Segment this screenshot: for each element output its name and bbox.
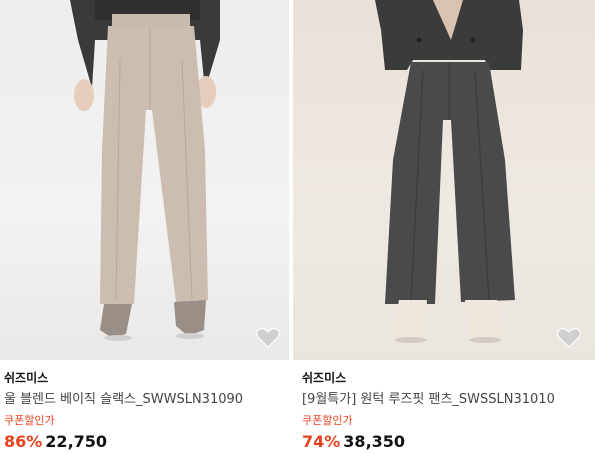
discount-rate: 74% bbox=[302, 432, 341, 451]
sale-price: 38,350 bbox=[343, 432, 406, 451]
product-brand[interactable]: 쉬즈미스 bbox=[302, 370, 591, 386]
beige-slacks-photo bbox=[70, 0, 220, 341]
product-info: 쉬즈미스 울 블렌드 베이직 슬랙스_SWWSLN31090 쿠폰할인가 86%… bbox=[4, 370, 285, 453]
price-row: 74% 38,350 bbox=[302, 431, 591, 453]
product-name[interactable]: [9월특가] 원턱 루즈핏 팬츠_SWSSLN31010 bbox=[302, 391, 591, 409]
product-grid: 쉬즈미스 울 블렌드 베이직 슬랙스_SWWSLN31090 쿠폰할인가 86%… bbox=[0, 0, 595, 454]
product-image[interactable] bbox=[293, 0, 595, 360]
wishlist-heart-icon[interactable] bbox=[556, 326, 582, 350]
sale-price: 22,750 bbox=[45, 432, 108, 451]
product-card[interactable]: 쉬즈미스 [9월특가] 원턱 루즈핏 팬츠_SWSSLN31010 쿠폰할인가 … bbox=[293, 0, 595, 454]
discount-rate: 86% bbox=[4, 432, 43, 451]
product-name[interactable]: 울 블렌드 베이직 슬랙스_SWWSLN31090 bbox=[4, 391, 285, 409]
charcoal-wide-pants-photo bbox=[375, 0, 523, 343]
product-card[interactable]: 쉬즈미스 울 블렌드 베이직 슬랙스_SWWSLN31090 쿠폰할인가 86%… bbox=[0, 0, 289, 454]
product-info: 쉬즈미스 [9월특가] 원턱 루즈핏 팬츠_SWSSLN31010 쿠폰할인가 … bbox=[302, 370, 591, 453]
product-brand[interactable]: 쉬즈미스 bbox=[4, 370, 285, 386]
coupon-price-label: 쿠폰할인가 bbox=[4, 414, 55, 427]
price-row: 86% 22,750 bbox=[4, 431, 285, 453]
wishlist-heart-icon[interactable] bbox=[255, 326, 281, 350]
product-image[interactable] bbox=[0, 0, 289, 360]
coupon-price-label: 쿠폰할인가 bbox=[302, 414, 353, 427]
